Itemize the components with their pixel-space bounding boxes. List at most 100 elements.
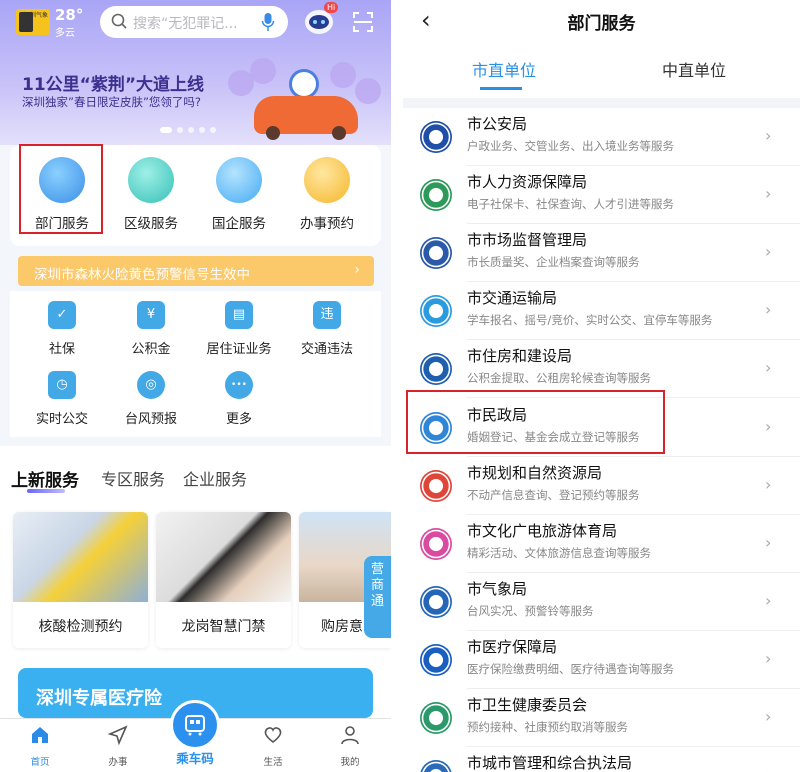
quick-service-residence-permit[interactable]: ▤ 居住证业务 [194, 301, 284, 357]
promo-card-smart-access[interactable]: 龙岗智慧门禁 [156, 512, 291, 648]
quick-service-social-security[interactable]: ✓ 社保 [17, 301, 107, 357]
chevron-right-icon: › [765, 184, 772, 203]
tab-underline [480, 87, 522, 90]
department-row[interactable]: 市交通运输局 学车报名、摇号/竞价、实时公交、宜停车等服务 › [403, 282, 800, 340]
chevron-right-icon: › [765, 765, 771, 772]
microphone-icon[interactable] [261, 12, 275, 32]
weather-condition: 多云 [55, 28, 75, 39]
ride-code-button[interactable] [170, 700, 220, 750]
department-services-screen: ‹ 部门服务 市直单位 中直单位 市公安局户政业务、交管业务、出入境业务等服务 ›… [403, 0, 800, 772]
tab-municipal-units[interactable]: 市直单位 [472, 57, 536, 81]
shield-check-icon: ✓ [48, 301, 76, 329]
department-description: 市长质量奖、企业档案查询等服务 [467, 255, 640, 269]
quick-service-label: 台风预报 [124, 412, 177, 427]
quick-service-label: 更多 [225, 412, 252, 427]
department-name: 市公安局 [467, 115, 528, 133]
fire-alert-banner[interactable]: 深圳市森林火险黄色预警信号生效中 › [18, 256, 374, 286]
service-label: 国企服务 [212, 216, 266, 232]
search-placeholder: 搜索“无犯罪记... [133, 16, 238, 32]
bus-clock-icon: ◷ [48, 371, 76, 399]
department-row[interactable]: 市城市管理和综合执法局 › [403, 747, 800, 772]
service-district[interactable]: 区级服务 [106, 157, 196, 232]
chevron-right-icon: › [765, 591, 772, 610]
quick-service-label: 公积金 [131, 342, 171, 357]
transport-icon [420, 295, 452, 327]
smart-access-photo [156, 512, 291, 602]
nav-header: ‹ 部门服务 [403, 0, 800, 40]
weather-logo-icon[interactable]: 深圳气象 [16, 9, 50, 35]
scan-icon[interactable] [353, 12, 373, 32]
quick-service-label: 居住证业务 [206, 342, 272, 357]
temperature: 28° [55, 6, 84, 24]
nav-label: 首页 [30, 757, 50, 768]
heart-icon [264, 727, 282, 744]
nav-affairs[interactable]: 办事 [88, 725, 148, 768]
weather-logo-text: 深圳气象 [23, 12, 48, 19]
police-badge-icon [420, 121, 452, 153]
department-description: 台风实况、预警铃等服务 [467, 604, 594, 618]
alert-text: 深圳市森林火险黄色预警信号生效中 [34, 267, 250, 283]
quick-service-housing-fund[interactable]: ¥ 公积金 [106, 301, 196, 357]
soe-service-icon [216, 157, 262, 203]
department-row[interactable]: 市公安局 户政业务、交管业务、出入境业务等服务 › [403, 108, 800, 166]
department-description: 医疗保险缴费明细、医疗待遇查询等服务 [467, 662, 674, 676]
department-name: 市人力资源保障局 [467, 173, 588, 191]
department-description: 户政业务、交管业务、出入境业务等服务 [467, 139, 674, 153]
carousel-indicator[interactable] [160, 127, 216, 133]
szhc-logo-icon [420, 353, 452, 385]
highlight-box [406, 390, 665, 454]
department-row[interactable]: 市卫生健康委员会 预约接种、社康预约取消等服务 › [403, 689, 800, 747]
home-screen: 深圳气象 28° 多云 搜索“无犯罪记... Hi 11公里“紫荆”大道上线 深… [0, 0, 391, 772]
medical-banner-text: 深圳专属医疗险 [36, 688, 162, 709]
bus-qr-icon [185, 715, 205, 736]
quick-service-bus[interactable]: ◷ 实时公交 [17, 371, 107, 427]
tab-enterprise-services[interactable]: 企业服务 [183, 466, 247, 490]
astronaut-mascot-icon [289, 69, 319, 99]
department-name: 市住房和建设局 [467, 347, 573, 365]
chevron-right-icon: › [765, 533, 772, 552]
department-row[interactable]: 市市场监督管理局 市长质量奖、企业档案查询等服务 › [403, 224, 800, 282]
id-card-icon: ▤ [225, 301, 253, 329]
ride-code-label: 乘车码 [176, 751, 214, 766]
search-input[interactable]: 搜索“无犯罪记... [100, 6, 288, 38]
service-soe[interactable]: 国企服务 [194, 157, 284, 232]
department-row[interactable]: 市人力资源保障局 电子社保卡、社保查询、人才引进等服务 › [403, 166, 800, 224]
department-row[interactable]: 市规划和自然资源局 不动产信息查询、登记预约等服务 › [403, 457, 800, 515]
department-name: 市文化广电旅游体育局 [467, 522, 618, 540]
banner-title: 11公里“紫荆”大道上线 [22, 75, 205, 95]
department-row[interactable]: 市医疗保障局 医疗保险缴费明细、医疗待遇查询等服务 › [403, 631, 800, 689]
quick-service-typhoon[interactable]: ◎ 台风预报 [106, 371, 196, 427]
medical-security-icon [420, 644, 452, 676]
promo-label: 核酸检测预约 [38, 619, 123, 635]
nav-life[interactable]: 生活 [243, 725, 303, 768]
quick-service-traffic-violation[interactable]: 违 交通违法 [282, 301, 372, 357]
chevron-right-icon: › [765, 300, 772, 319]
quick-service-label: 交通违法 [300, 342, 353, 357]
nav-label: 办事 [108, 757, 128, 768]
chevron-right-icon: › [765, 649, 772, 668]
hero-banner[interactable]: 深圳气象 28° 多云 搜索“无犯罪记... Hi 11公里“紫荆”大道上线 深… [0, 0, 391, 145]
hr-emblem-icon [420, 179, 452, 211]
assistant-hi-badge: Hi [324, 2, 339, 13]
business-side-tab[interactable]: 营商通 [364, 556, 391, 638]
nav-home[interactable]: 首页 [10, 725, 70, 768]
tab-zone-services[interactable]: 专区服务 [101, 466, 165, 490]
urban-management-icon [420, 760, 452, 772]
department-row[interactable]: 市气象局台风实况、预警铃等服务 › [403, 573, 800, 631]
culture-tourism-icon [420, 528, 452, 560]
tree-decoration [355, 78, 381, 104]
department-row[interactable]: 市文化广电旅游体育局 精彩活动、文体旅游信息查询等服务 › [403, 515, 800, 573]
tab-central-units[interactable]: 中直单位 [662, 57, 726, 81]
tab-underline [27, 489, 65, 493]
nav-mine[interactable]: 我的 [320, 725, 380, 768]
promo-card-nucleic-test[interactable]: 核酸检测预约 [13, 512, 148, 648]
divider [403, 98, 800, 108]
traffic-violation-icon: 违 [313, 301, 341, 329]
send-arrow-icon [107, 725, 128, 746]
health-commission-icon [420, 702, 452, 734]
appointment-icon [304, 157, 350, 203]
quick-service-more[interactable]: ••• 更多 [194, 371, 284, 427]
department-name: 市气象局 [467, 580, 528, 598]
service-appointment[interactable]: 办事预约 [282, 157, 372, 232]
tab-new-services[interactable]: 上新服务 [11, 466, 79, 491]
